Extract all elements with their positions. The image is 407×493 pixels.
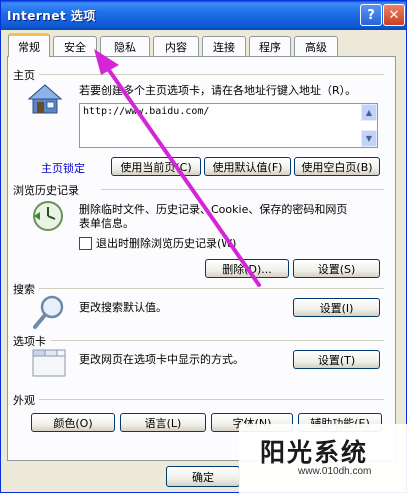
homepage-address-input[interactable]: http://www.baidu.com/ (79, 103, 378, 148)
scroll-up-icon: ▲ (365, 108, 373, 117)
colors-label: 颜色(O) (53, 416, 93, 430)
tab-connections[interactable]: 连接 (202, 36, 246, 56)
tab-privacy-label: 隐私 (114, 40, 136, 54)
help-icon: ? (367, 7, 375, 23)
history-description-line2: 表单信息。 (79, 217, 134, 230)
close-button[interactable]: ✕ (383, 4, 405, 26)
search-divider (39, 288, 384, 289)
search-settings-button[interactable]: 设置(I) (293, 298, 380, 317)
ok-button[interactable]: 确定 (166, 466, 240, 487)
tab-content[interactable]: 内容 (153, 36, 199, 56)
homepage-lock-link[interactable]: 主页锁定 (41, 160, 85, 176)
tab-privacy[interactable]: 隐私 (100, 36, 150, 56)
colors-button[interactable]: 颜色(O) (31, 413, 115, 432)
history-settings-label: 设置(S) (317, 262, 356, 276)
watermark-url: www.010dh.com (298, 466, 372, 477)
internet-options-window: Internet 选项 ? ✕ 常规 安全 隐私 内容 连接 程序 高级 主页 … (0, 0, 407, 493)
house-icon (27, 84, 63, 114)
search-magnifier-icon (33, 295, 64, 329)
homepage-group-label: 主页 (13, 69, 35, 82)
tab-advanced[interactable]: 高级 (294, 36, 338, 56)
tab-general-label: 常规 (18, 40, 40, 54)
window-title: Internet 选项 (7, 9, 96, 23)
search-settings-label: 设置(I) (319, 301, 354, 315)
search-description: 更改搜索默认值。 (79, 301, 167, 314)
watermark-brand: 阳光系统 (260, 438, 369, 467)
delete-history-label: 删除(D)... (222, 262, 272, 276)
tabs-divider (51, 340, 384, 341)
languages-button[interactable]: 语言(L) (120, 413, 206, 432)
tab-programs[interactable]: 程序 (249, 36, 291, 56)
appearance-group-label: 外观 (13, 394, 35, 407)
tab-security[interactable]: 安全 (53, 36, 97, 56)
use-current-button[interactable]: 使用当前页(C) (111, 157, 201, 176)
use-blank-button[interactable]: 使用空白页(B) (294, 157, 380, 176)
use-default-label: 使用默认值(F) (212, 160, 283, 174)
tabs-window-icon (32, 349, 66, 377)
homepage-instruction: 若要创建多个主页选项卡，请在各地址行键入地址（R）。 (79, 84, 357, 97)
delete-history-button[interactable]: 删除(D)... (205, 259, 289, 278)
languages-label: 语言(L) (144, 416, 182, 430)
delete-on-exit-checkbox[interactable] (79, 237, 92, 250)
tabs-settings-button[interactable]: 设置(T) (293, 350, 380, 369)
history-description-line1: 删除临时文件、历史记录、Cookie、保存的密码和网页 (79, 203, 348, 216)
homepage-divider (39, 74, 384, 75)
history-settings-button[interactable]: 设置(S) (293, 259, 380, 278)
tab-programs-label: 程序 (259, 40, 281, 54)
tab-general[interactable]: 常规 (8, 33, 50, 57)
history-group-label: 浏览历史记录 (13, 184, 79, 197)
use-current-label: 使用当前页(C) (120, 160, 192, 174)
appearance-divider (39, 399, 384, 400)
title-bar[interactable]: Internet 选项 ? ✕ (1, 1, 406, 30)
tab-security-label: 安全 (64, 40, 86, 54)
homepage-address-text: http://www.baidu.com/ (83, 106, 210, 117)
homepage-scroll-down[interactable]: ▼ (361, 130, 377, 147)
delete-on-exit-label[interactable]: 退出时删除浏览历史记录(W) (96, 237, 236, 251)
history-clock-icon (33, 201, 63, 231)
homepage-scroll-up[interactable]: ▲ (361, 104, 377, 121)
tab-advanced-label: 高级 (305, 40, 327, 54)
tabs-description: 更改网页在选项卡中显示的方式。 (79, 353, 244, 366)
scroll-down-icon: ▼ (365, 134, 373, 143)
help-button[interactable]: ? (360, 4, 382, 26)
use-blank-label: 使用空白页(B) (301, 160, 373, 174)
close-icon: ✕ (388, 7, 400, 23)
ok-label: 确定 (192, 470, 214, 484)
tab-connections-label: 连接 (213, 40, 235, 54)
tabs-settings-label: 设置(T) (317, 353, 356, 367)
tab-content-label: 内容 (165, 40, 187, 54)
history-divider (101, 189, 384, 190)
use-default-button[interactable]: 使用默认值(F) (204, 157, 291, 176)
